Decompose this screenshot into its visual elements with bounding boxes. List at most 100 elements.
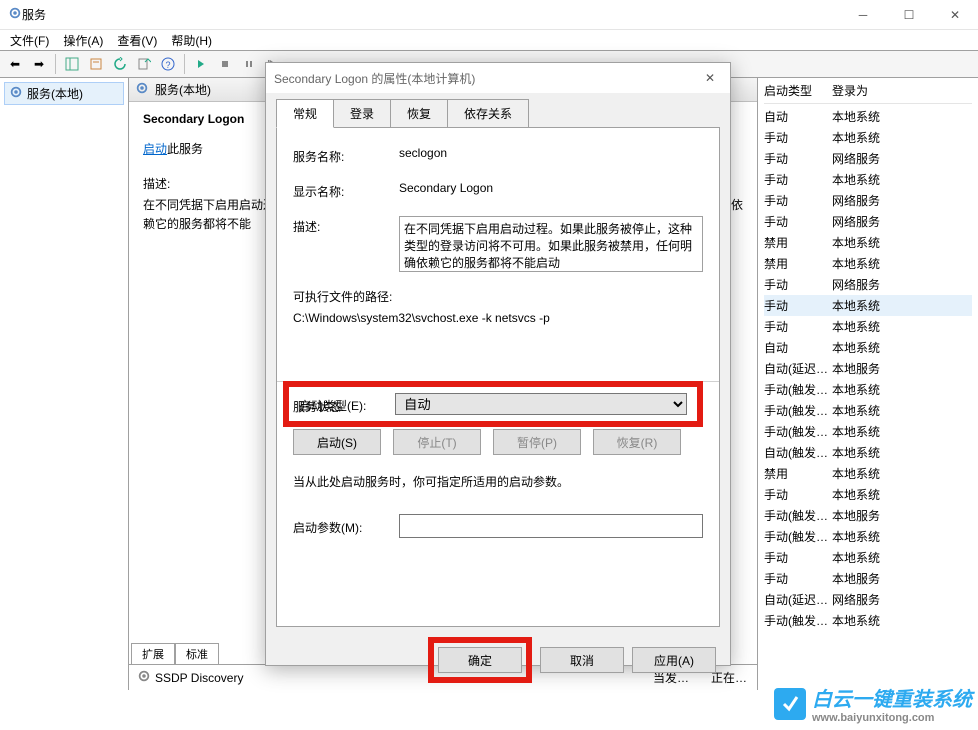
menu-help[interactable]: 帮助(H) — [171, 32, 212, 49]
service-row[interactable]: 手动本地服务 — [764, 568, 972, 589]
tab-general[interactable]: 常规 — [276, 99, 334, 128]
startup-type-cell: 手动(触发… — [764, 612, 832, 629]
apply-button[interactable]: 应用(A) — [632, 647, 716, 673]
tab-dependencies[interactable]: 依存关系 — [447, 99, 529, 128]
service-row[interactable]: 手动(触发…本地系统 — [764, 526, 972, 547]
export-icon[interactable] — [133, 53, 155, 75]
logon-as-cell: 本地系统 — [832, 444, 880, 461]
service-row[interactable]: 禁用本地系统 — [764, 253, 972, 274]
service-row[interactable]: 自动本地系统 — [764, 106, 972, 127]
startup-type-cell: 手动(触发… — [764, 528, 832, 545]
startup-type-cell: 手动 — [764, 549, 832, 566]
startup-type-cell: 手动 — [764, 318, 832, 335]
logon-as-cell: 本地服务 — [832, 570, 880, 587]
tree-root-label: 服务(本地) — [27, 85, 83, 102]
service-row[interactable]: 手动网络服务 — [764, 190, 972, 211]
service-row[interactable]: 手动(触发…本地服务 — [764, 505, 972, 526]
logon-as-cell: 本地系统 — [832, 402, 880, 419]
close-button[interactable]: ✕ — [932, 0, 978, 30]
service-row[interactable]: 手动(触发…本地系统 — [764, 610, 972, 631]
startup-type-label: 启动类型(E): — [299, 395, 395, 414]
startup-type-cell: 手动 — [764, 570, 832, 587]
play-icon[interactable] — [190, 53, 212, 75]
logon-as-cell: 本地系统 — [832, 129, 880, 146]
service-row[interactable]: 手动网络服务 — [764, 274, 972, 295]
service-row[interactable]: 手动本地系统 — [764, 484, 972, 505]
logon-as-cell: 本地系统 — [832, 171, 880, 188]
tab-extended[interactable]: 扩展 — [131, 643, 175, 664]
logon-as-cell: 网络服务 — [832, 192, 880, 209]
tab-recovery[interactable]: 恢复 — [390, 99, 448, 128]
startup-type-cell: 手动(触发… — [764, 381, 832, 398]
start-param-input[interactable] — [399, 514, 703, 538]
tab-standard[interactable]: 标准 — [175, 643, 219, 664]
logon-as-cell: 本地系统 — [832, 612, 880, 629]
logon-as-cell: 网络服务 — [832, 150, 880, 167]
help-icon[interactable]: ? — [157, 53, 179, 75]
display-name-label: 显示名称: — [293, 181, 399, 200]
logon-as-cell: 本地服务 — [832, 507, 880, 524]
start-service-link[interactable]: 启动 — [143, 142, 167, 156]
dialog-close-button[interactable]: ✕ — [690, 63, 730, 93]
service-row[interactable]: 手动(触发…本地系统 — [764, 379, 972, 400]
service-row[interactable]: 手动(触发…本地系统 — [764, 400, 972, 421]
service-name-label: 服务名称: — [293, 146, 399, 165]
logon-as-cell: 本地系统 — [832, 297, 880, 314]
svg-text:?: ? — [165, 60, 170, 70]
startup-type-cell: 手动 — [764, 150, 832, 167]
properties-icon[interactable] — [85, 53, 107, 75]
service-row[interactable]: 手动本地系统 — [764, 127, 972, 148]
service-row[interactable]: 禁用本地系统 — [764, 463, 972, 484]
menu-action[interactable]: 操作(A) — [63, 32, 103, 49]
service-row[interactable]: 自动(触发…本地系统 — [764, 442, 972, 463]
services-icon — [9, 85, 23, 102]
ok-button[interactable]: 确定 — [438, 647, 522, 673]
col-startup-type[interactable]: 启动类型 — [764, 82, 832, 99]
cancel-button[interactable]: 取消 — [540, 647, 624, 673]
description-textarea[interactable]: 在不同凭据下启用启动过程。如果此服务被停止，这种类型的登录访问将不可用。如果此服… — [399, 216, 703, 272]
startup-type-cell: 手动 — [764, 276, 832, 293]
watermark-text: 白云一键重装系统 — [812, 683, 972, 712]
back-button[interactable]: ⬅ — [4, 53, 26, 75]
start-button[interactable]: 启动(S) — [293, 429, 381, 455]
tab-logon[interactable]: 登录 — [333, 99, 391, 128]
show-hide-icon[interactable] — [61, 53, 83, 75]
display-name-value: Secondary Logon — [399, 181, 703, 200]
service-row[interactable]: 自动(延迟…网络服务 — [764, 589, 972, 610]
service-row[interactable]: 手动本地系统 — [764, 295, 972, 316]
service-row[interactable]: 手动本地系统 — [764, 169, 972, 190]
logon-as-cell: 网络服务 — [832, 591, 880, 608]
startup-type-cell: 手动(触发… — [764, 507, 832, 524]
bottom-service-link[interactable]: SSDP Discovery — [155, 671, 243, 685]
logon-as-cell: 本地系统 — [832, 528, 880, 545]
logon-as-cell: 网络服务 — [832, 276, 880, 293]
menu-file[interactable]: 文件(F) — [10, 32, 49, 49]
forward-button[interactable]: ➡ — [28, 53, 50, 75]
stop-icon[interactable] — [214, 53, 236, 75]
service-row[interactable]: 手动本地系统 — [764, 316, 972, 337]
logon-as-cell: 本地系统 — [832, 486, 880, 503]
startup-type-cell: 自动(延迟… — [764, 591, 832, 608]
watermark-icon — [774, 688, 806, 720]
maximize-button[interactable]: ☐ — [886, 0, 932, 30]
service-row[interactable]: 手动网络服务 — [764, 148, 972, 169]
minimize-button[interactable]: ─ — [840, 0, 886, 30]
startup-type-cell: 自动(延迟… — [764, 360, 832, 377]
col-logon-as[interactable]: 登录为 — [832, 82, 868, 99]
startup-type-cell: 禁用 — [764, 255, 832, 272]
tree-root[interactable]: 服务(本地) — [4, 82, 124, 105]
refresh-icon[interactable] — [109, 53, 131, 75]
service-row[interactable]: 自动本地系统 — [764, 337, 972, 358]
service-row[interactable]: 自动(延迟…本地服务 — [764, 358, 972, 379]
menu-view[interactable]: 查看(V) — [117, 32, 157, 49]
pause-icon[interactable] — [238, 53, 260, 75]
highlight-ok-button: 确定 — [428, 637, 532, 683]
service-row[interactable]: 手动网络服务 — [764, 211, 972, 232]
startup-type-cell: 手动 — [764, 213, 832, 230]
service-row[interactable]: 手动本地系统 — [764, 547, 972, 568]
service-row[interactable]: 禁用本地系统 — [764, 232, 972, 253]
service-row[interactable]: 手动(触发…本地系统 — [764, 421, 972, 442]
startup-type-select[interactable]: 自动 — [395, 393, 687, 415]
start-param-label: 启动参数(M): — [293, 517, 399, 536]
center-header-label: 服务(本地) — [155, 81, 211, 98]
